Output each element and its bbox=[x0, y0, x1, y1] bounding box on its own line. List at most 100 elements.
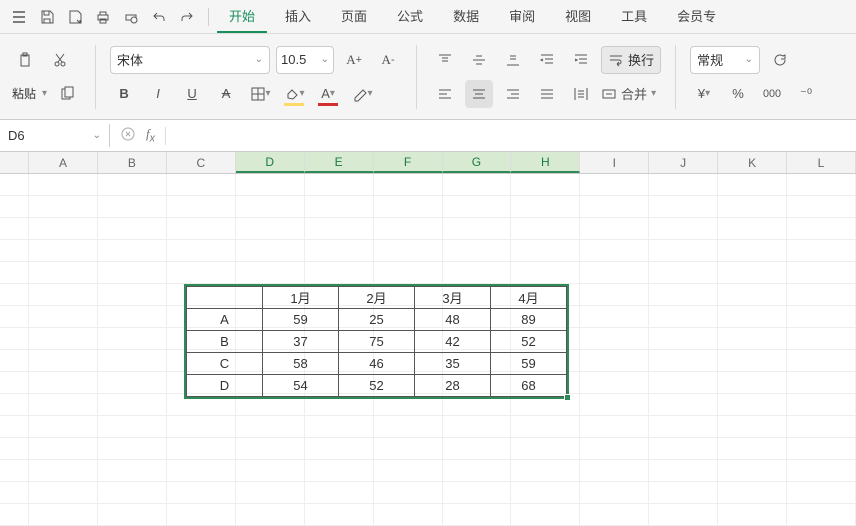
cell[interactable] bbox=[649, 218, 718, 240]
tab-开始[interactable]: 开始 bbox=[217, 0, 267, 33]
cell[interactable] bbox=[511, 240, 580, 262]
cell[interactable] bbox=[305, 482, 374, 504]
cell[interactable] bbox=[649, 306, 718, 328]
cell[interactable] bbox=[29, 262, 98, 284]
strikethrough-button[interactable]: A bbox=[212, 80, 240, 108]
align-center-icon[interactable] bbox=[465, 80, 493, 108]
cell[interactable] bbox=[374, 504, 443, 526]
cell[interactable] bbox=[443, 504, 512, 526]
align-top-icon[interactable] bbox=[431, 46, 459, 74]
table-cell[interactable]: 59 bbox=[491, 353, 567, 375]
name-box[interactable]: D6⌄ bbox=[0, 124, 110, 147]
save-as-icon[interactable] bbox=[62, 4, 88, 30]
cell[interactable] bbox=[580, 262, 649, 284]
menu-icon[interactable] bbox=[6, 4, 32, 30]
cell[interactable] bbox=[580, 306, 649, 328]
cell[interactable] bbox=[580, 328, 649, 350]
font-color-button[interactable]: A▾ bbox=[314, 80, 342, 108]
col-header-I[interactable]: I bbox=[580, 152, 649, 173]
tab-会员专[interactable]: 会员专 bbox=[665, 0, 728, 33]
cell[interactable] bbox=[167, 218, 236, 240]
cell[interactable] bbox=[443, 240, 512, 262]
cell[interactable] bbox=[374, 218, 443, 240]
spreadsheet-grid[interactable]: ABCDEFGHIJKL 1月2月3月4月A59254889B37754252C… bbox=[0, 152, 856, 526]
cell[interactable] bbox=[236, 482, 305, 504]
col-header-E[interactable]: E bbox=[305, 152, 374, 173]
table-cell[interactable]: 54 bbox=[263, 375, 339, 397]
fx-icon[interactable]: fx bbox=[146, 126, 155, 145]
cell[interactable] bbox=[98, 306, 167, 328]
cell[interactable] bbox=[167, 174, 236, 196]
cell[interactable] bbox=[29, 504, 98, 526]
cell[interactable] bbox=[374, 482, 443, 504]
font-name-select[interactable]: 宋体⌄ bbox=[110, 46, 270, 74]
cell[interactable] bbox=[649, 240, 718, 262]
cell[interactable] bbox=[787, 240, 856, 262]
cell[interactable] bbox=[443, 218, 512, 240]
cell[interactable] bbox=[718, 174, 787, 196]
cell[interactable] bbox=[0, 372, 29, 394]
cell[interactable] bbox=[718, 284, 787, 306]
cell[interactable] bbox=[305, 262, 374, 284]
cell[interactable] bbox=[0, 482, 29, 504]
cell[interactable] bbox=[0, 262, 29, 284]
paste-label[interactable]: 粘贴 bbox=[12, 85, 36, 102]
font-size-select[interactable]: 10.5⌄ bbox=[276, 46, 334, 74]
cell[interactable] bbox=[718, 372, 787, 394]
cell[interactable] bbox=[787, 328, 856, 350]
table-cell[interactable]: 59 bbox=[263, 309, 339, 331]
cell[interactable] bbox=[98, 350, 167, 372]
cell[interactable] bbox=[649, 350, 718, 372]
table-cell[interactable]: 89 bbox=[491, 309, 567, 331]
cell[interactable] bbox=[167, 438, 236, 460]
tab-审阅[interactable]: 审阅 bbox=[497, 0, 547, 33]
cell[interactable] bbox=[29, 416, 98, 438]
bold-button[interactable]: B bbox=[110, 80, 138, 108]
cell[interactable] bbox=[580, 438, 649, 460]
selection-handle[interactable] bbox=[564, 394, 571, 401]
cell[interactable] bbox=[511, 174, 580, 196]
cell[interactable] bbox=[787, 504, 856, 526]
cell[interactable] bbox=[580, 174, 649, 196]
col-header-C[interactable]: C bbox=[167, 152, 236, 173]
cell[interactable] bbox=[787, 174, 856, 196]
cell[interactable] bbox=[718, 306, 787, 328]
cell[interactable] bbox=[443, 196, 512, 218]
cell[interactable] bbox=[511, 416, 580, 438]
cell[interactable] bbox=[305, 196, 374, 218]
cell[interactable] bbox=[0, 306, 29, 328]
cell[interactable] bbox=[29, 284, 98, 306]
cell[interactable] bbox=[0, 174, 29, 196]
cell[interactable] bbox=[0, 460, 29, 482]
cell[interactable] bbox=[374, 196, 443, 218]
cell[interactable] bbox=[787, 306, 856, 328]
italic-button[interactable]: I bbox=[144, 80, 172, 108]
table-header[interactable]: 1月 bbox=[263, 287, 339, 309]
cell[interactable] bbox=[98, 438, 167, 460]
cell[interactable] bbox=[0, 350, 29, 372]
underline-button[interactable]: U bbox=[178, 80, 206, 108]
cell[interactable] bbox=[305, 240, 374, 262]
cell[interactable] bbox=[98, 284, 167, 306]
cell[interactable] bbox=[305, 416, 374, 438]
wrap-text-button[interactable]: 换行 bbox=[601, 46, 661, 74]
cell[interactable] bbox=[443, 416, 512, 438]
cell[interactable] bbox=[718, 240, 787, 262]
cell[interactable] bbox=[374, 416, 443, 438]
col-header-B[interactable]: B bbox=[98, 152, 167, 173]
cell[interactable] bbox=[305, 438, 374, 460]
cell[interactable] bbox=[98, 174, 167, 196]
decrease-font-icon[interactable]: A- bbox=[374, 46, 402, 74]
cell[interactable] bbox=[167, 482, 236, 504]
print-preview-icon[interactable] bbox=[118, 4, 144, 30]
cell[interactable] bbox=[580, 372, 649, 394]
cell[interactable] bbox=[649, 284, 718, 306]
cell[interactable] bbox=[305, 504, 374, 526]
cell[interactable] bbox=[236, 174, 305, 196]
cell[interactable] bbox=[718, 196, 787, 218]
cell[interactable] bbox=[787, 350, 856, 372]
cell[interactable] bbox=[649, 460, 718, 482]
cell[interactable] bbox=[718, 482, 787, 504]
paste-icon[interactable] bbox=[12, 46, 40, 74]
cell[interactable] bbox=[649, 482, 718, 504]
